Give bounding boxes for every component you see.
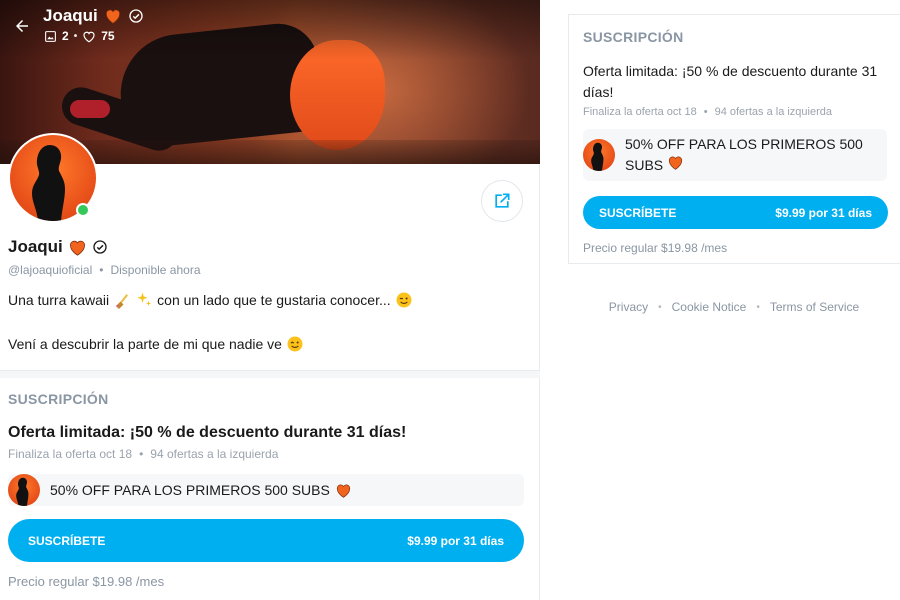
offer-meta: Finaliza la oferta oct 18 • 94 ofertas a…: [8, 447, 279, 461]
orange-heart-icon: [68, 239, 87, 256]
privacy-link[interactable]: Privacy: [609, 300, 648, 314]
profile-handle[interactable]: @lajoaquioficial: [8, 263, 92, 277]
promo-text: 50% OFF PARA LOS PRIMEROS 500 SUBS: [50, 482, 330, 498]
offer-title: Oferta limitada: ¡50 % de descuento dura…: [583, 63, 878, 100]
online-status-dot: [76, 203, 90, 217]
header-stats: 2 • 75: [44, 29, 115, 43]
cover-topbar: Joaqui 2 • 75: [0, 0, 540, 52]
section-divider: [0, 370, 540, 378]
avatar: [583, 139, 615, 171]
profile-meta: @lajoaquioficial • Disponible ahora: [8, 263, 201, 277]
likes-count: 75: [101, 29, 115, 43]
subscription-card: SUSCRIPCIÓN Oferta limitada: ¡50 % de de…: [568, 14, 900, 264]
sparkles-icon: [135, 291, 153, 309]
avatar: [8, 474, 40, 506]
photos-count: 2: [62, 29, 69, 43]
arrow-left-icon: [16, 20, 28, 32]
cookie-notice-link[interactable]: Cookie Notice: [672, 300, 747, 314]
back-button[interactable]: [10, 14, 34, 38]
orange-heart-icon: [667, 155, 684, 170]
verified-badge-icon: [128, 8, 144, 24]
subscribe-price: $9.99 por 31 días: [775, 205, 872, 220]
offer-title: Oferta limitada: ¡50 % de descuento dura…: [8, 424, 407, 441]
regular-price: Precio regular $19.98 /mes: [8, 574, 165, 589]
heart-outline-icon: [83, 31, 95, 42]
verified-badge-icon: [92, 239, 108, 255]
profile-name: Joaqui: [8, 237, 63, 256]
promo-text: 50% OFF PARA LOS PRIMEROS 500 SUBS: [625, 136, 863, 173]
image-icon: [45, 30, 56, 42]
wink-emoji-icon: [395, 291, 413, 309]
subscribe-price: $9.99 por 31 días: [407, 533, 504, 548]
subscription-section-title: SUSCRIPCIÓN: [8, 391, 109, 407]
footer-links: Privacy • Cookie Notice • Terms of Servi…: [608, 300, 860, 314]
orange-heart-icon: [335, 483, 352, 498]
promo-message: 50% OFF PARA LOS PRIMEROS 500 SUBS: [583, 129, 887, 181]
share-button[interactable]: [481, 180, 523, 222]
header-name: Joaqui: [43, 6, 98, 25]
orange-heart-icon: [104, 8, 122, 24]
bio-line-2: Vení a descubrir la parte de mi que nadi…: [8, 335, 304, 353]
offer-meta: Finaliza la oferta oct 18 • 94 ofertas a…: [583, 106, 833, 118]
regular-price: Precio regular $19.98 /mes: [583, 241, 728, 255]
nail-polish-icon: [113, 291, 131, 309]
subscribe-label: SUSCRÍBETE: [599, 205, 677, 220]
subscribe-button[interactable]: SUSCRÍBETE $9.99 por 31 días: [583, 196, 888, 229]
bio-line-1: Una turra kawaii con un lado que te gust…: [8, 291, 413, 309]
terms-link[interactable]: Terms of Service: [770, 300, 859, 314]
share-icon: [495, 193, 510, 208]
profile-column: Joaqui 2 • 75 Joaqui @lajoaquioficial • …: [0, 0, 540, 600]
subscribe-label: SUSCRÍBETE: [28, 533, 106, 548]
availability-status: Disponible ahora: [110, 263, 201, 277]
wink-smile-icon: [286, 335, 304, 353]
subscription-section-title: SUSCRIPCIÓN: [583, 29, 684, 45]
subscribe-button[interactable]: SUSCRÍBETE $9.99 por 31 días: [8, 519, 524, 562]
promo-message: 50% OFF PARA LOS PRIMEROS 500 SUBS: [8, 474, 524, 506]
